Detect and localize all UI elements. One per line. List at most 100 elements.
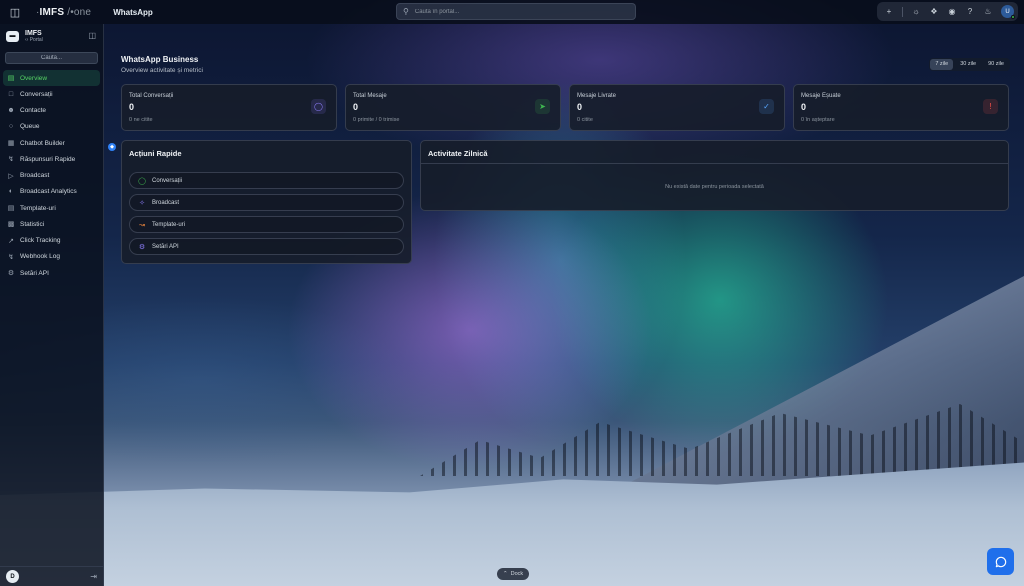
sidebar-item-statistici[interactable]: ▩ Statistici (3, 216, 100, 232)
help-icon[interactable]: ? (962, 4, 978, 20)
stat-value: 0 (577, 102, 583, 112)
sidebar-item-contacte[interactable]: ☻ Contacte (3, 103, 100, 119)
top-actions: + ☼ ❖ ◉ ? ♨ U (877, 2, 1018, 21)
stat-label: Total Mesaje (353, 93, 387, 99)
settings-icon: ⚙ (138, 243, 146, 251)
chat-launcher-button[interactable] (987, 548, 1014, 575)
stat-label: Mesaje Eșuate (801, 93, 841, 99)
sidebar-collapse-icon[interactable]: ◫ (88, 31, 96, 40)
quick-action-setari-api[interactable]: ⚙ Setări API (129, 238, 404, 255)
quick-action-label: Conversații (152, 177, 183, 184)
check-circle-icon: ✓ (759, 99, 774, 114)
bolt-icon: ↯ (8, 156, 14, 164)
sidebar-item-overview[interactable]: ▤ Overview (3, 70, 100, 86)
sidebar-item-label: Statistici (20, 220, 45, 228)
bell-icon[interactable]: ♨ (980, 4, 996, 20)
user-avatar[interactable]: U (1001, 5, 1015, 19)
sidebar-item-broadcast[interactable]: ▷ Broadcast (3, 168, 100, 184)
stat-value: 0 (353, 102, 359, 112)
palette-icon[interactable]: ◉ (944, 4, 960, 20)
add-icon[interactable]: + (881, 4, 897, 20)
top-bar: ◫ ·IMFS/•one WhatsApp ⚲ + ☼ ❖ ◉ ? ♨ U (0, 0, 1024, 24)
quick-action-label: Template-uri (152, 221, 186, 228)
sidebar-item-conversatii[interactable]: □ Conversații (3, 86, 100, 102)
stat-sub: 0 primite / 0 trimise (353, 117, 400, 123)
chat-bubble-icon (995, 556, 1006, 567)
sidebar-item-label: Setări API (20, 269, 49, 277)
stat-label: Mesaje Livrate (577, 93, 617, 99)
global-search[interactable]: ⚲ (396, 3, 636, 20)
range-7-days-button[interactable]: 7 zile (930, 59, 954, 70)
bot-icon: ▦ (7, 140, 15, 147)
panel-title: Activitate Zilnică (428, 149, 488, 158)
stat-value: 0 (129, 102, 135, 112)
sidebar-item-label: Conversații (20, 90, 53, 98)
stat-sub: 0 ne citite (129, 117, 153, 123)
empty-state-message: Nu există date pentru perioada selectată (665, 184, 764, 190)
quick-action-template-uri[interactable]: ↝ Template-uri (129, 216, 404, 233)
range-90-days-button[interactable]: 90 zile (983, 59, 1009, 70)
quick-action-label: Setări API (152, 243, 179, 250)
brand-suffix: /•one (67, 6, 92, 18)
layout-toggle-icon[interactable]: ◫ (8, 5, 22, 19)
stat-sub: 0 citite (577, 117, 593, 123)
date-range-selector: 7 zile 30 zile 90 zile (929, 58, 1010, 71)
send-icon: ➤ (535, 99, 550, 114)
sidebar-item-template-uri[interactable]: ▤ Template-uri (3, 200, 100, 216)
org-logo-icon: ▬ (6, 30, 19, 42)
sidebar-edge-handle-icon[interactable]: ◆ (108, 143, 116, 151)
sidebar-item-label: Overview (20, 74, 48, 82)
megaphone-icon: ✧ (139, 199, 145, 207)
online-status-dot (1011, 15, 1015, 19)
chat-bubble-icon: ◯ (311, 99, 326, 114)
apps-icon[interactable]: ❖ (926, 4, 942, 20)
sidebar-item-setari-api[interactable]: ⚙ Setări API (3, 265, 100, 281)
page-title: WhatsApp Business (121, 55, 199, 64)
sidebar-search[interactable] (5, 52, 98, 64)
sidebar-item-label: Template-uri (20, 204, 56, 212)
analytics-icon: ◐ (8, 188, 14, 196)
sidebar-item-raspunsuri-rapide[interactable]: ↯ Răspunsuri Rapide (3, 151, 100, 167)
sidebar-item-broadcast-analytics[interactable]: ◐ Broadcast Analytics (3, 184, 100, 200)
page-subtitle: Overview activitate și metrici (121, 67, 203, 74)
org-subtitle: ‹› Portal (25, 36, 43, 43)
sidebar-item-queue[interactable]: ○ Queue (3, 119, 100, 135)
brand-name: IMFS (39, 6, 65, 18)
sidebar-item-chatbot-builder[interactable]: ▦ Chatbot Builder (3, 135, 100, 151)
template-icon: ▤ (7, 205, 15, 212)
quick-action-label: Broadcast (152, 199, 180, 206)
stat-card-mesaje-esuate: Mesaje Eșuate 0 0 în așteptare ! (793, 84, 1009, 131)
quick-action-conversatii[interactable]: ◯ Conversații (129, 172, 404, 189)
sidebar-item-webhook-log[interactable]: ↯ Webhook Log (3, 249, 100, 265)
logout-icon[interactable]: ⇥ (90, 572, 97, 581)
sidebar-item-label: Broadcast (20, 172, 50, 179)
users-icon: ☻ (7, 107, 15, 114)
click-icon: ↗ (8, 237, 14, 245)
sidebar-item-click-tracking[interactable]: ↗ Click Tracking (3, 233, 100, 249)
dock-label: Dock (510, 571, 524, 577)
dock-toggle[interactable]: ⌃ Dock (497, 568, 530, 580)
range-30-days-button[interactable]: 30 zile (955, 59, 981, 70)
global-search-input[interactable] (414, 8, 615, 15)
divider (421, 163, 1008, 164)
org-name: IMFS (25, 29, 42, 37)
quick-action-broadcast[interactable]: ✧ Broadcast (129, 194, 404, 211)
sun-icon[interactable]: ☼ (908, 4, 924, 20)
sidebar-search-input[interactable] (10, 55, 93, 61)
sidebar-header: ▬ IMFS ‹› Portal ◫ (0, 24, 103, 48)
daily-activity-panel: Activitate Zilnică Nu există date pentru… (420, 140, 1009, 211)
stats-icon: ▩ (7, 221, 15, 229)
brand-logo[interactable]: ·IMFS/•one (36, 7, 91, 18)
webhook-icon: ↯ (8, 253, 14, 261)
panel-title: Acțiuni Rapide (129, 149, 182, 158)
app-title: WhatsApp (113, 7, 153, 17)
stat-card-mesaje-livrate: Mesaje Livrate 0 0 citite ✓ (569, 84, 785, 131)
stat-label: Total Conversații (129, 93, 174, 99)
chevron-up-icon: ⌃ (503, 571, 508, 577)
sidebar-footer: D ⇥ (0, 566, 103, 586)
user-avatar[interactable]: D (6, 570, 19, 583)
chat-icon: ◯ (138, 177, 146, 185)
stat-value: 0 (801, 102, 807, 112)
sidebar-item-label: Broadcast Analytics (20, 188, 77, 196)
alert-circle-icon: ! (983, 99, 998, 114)
